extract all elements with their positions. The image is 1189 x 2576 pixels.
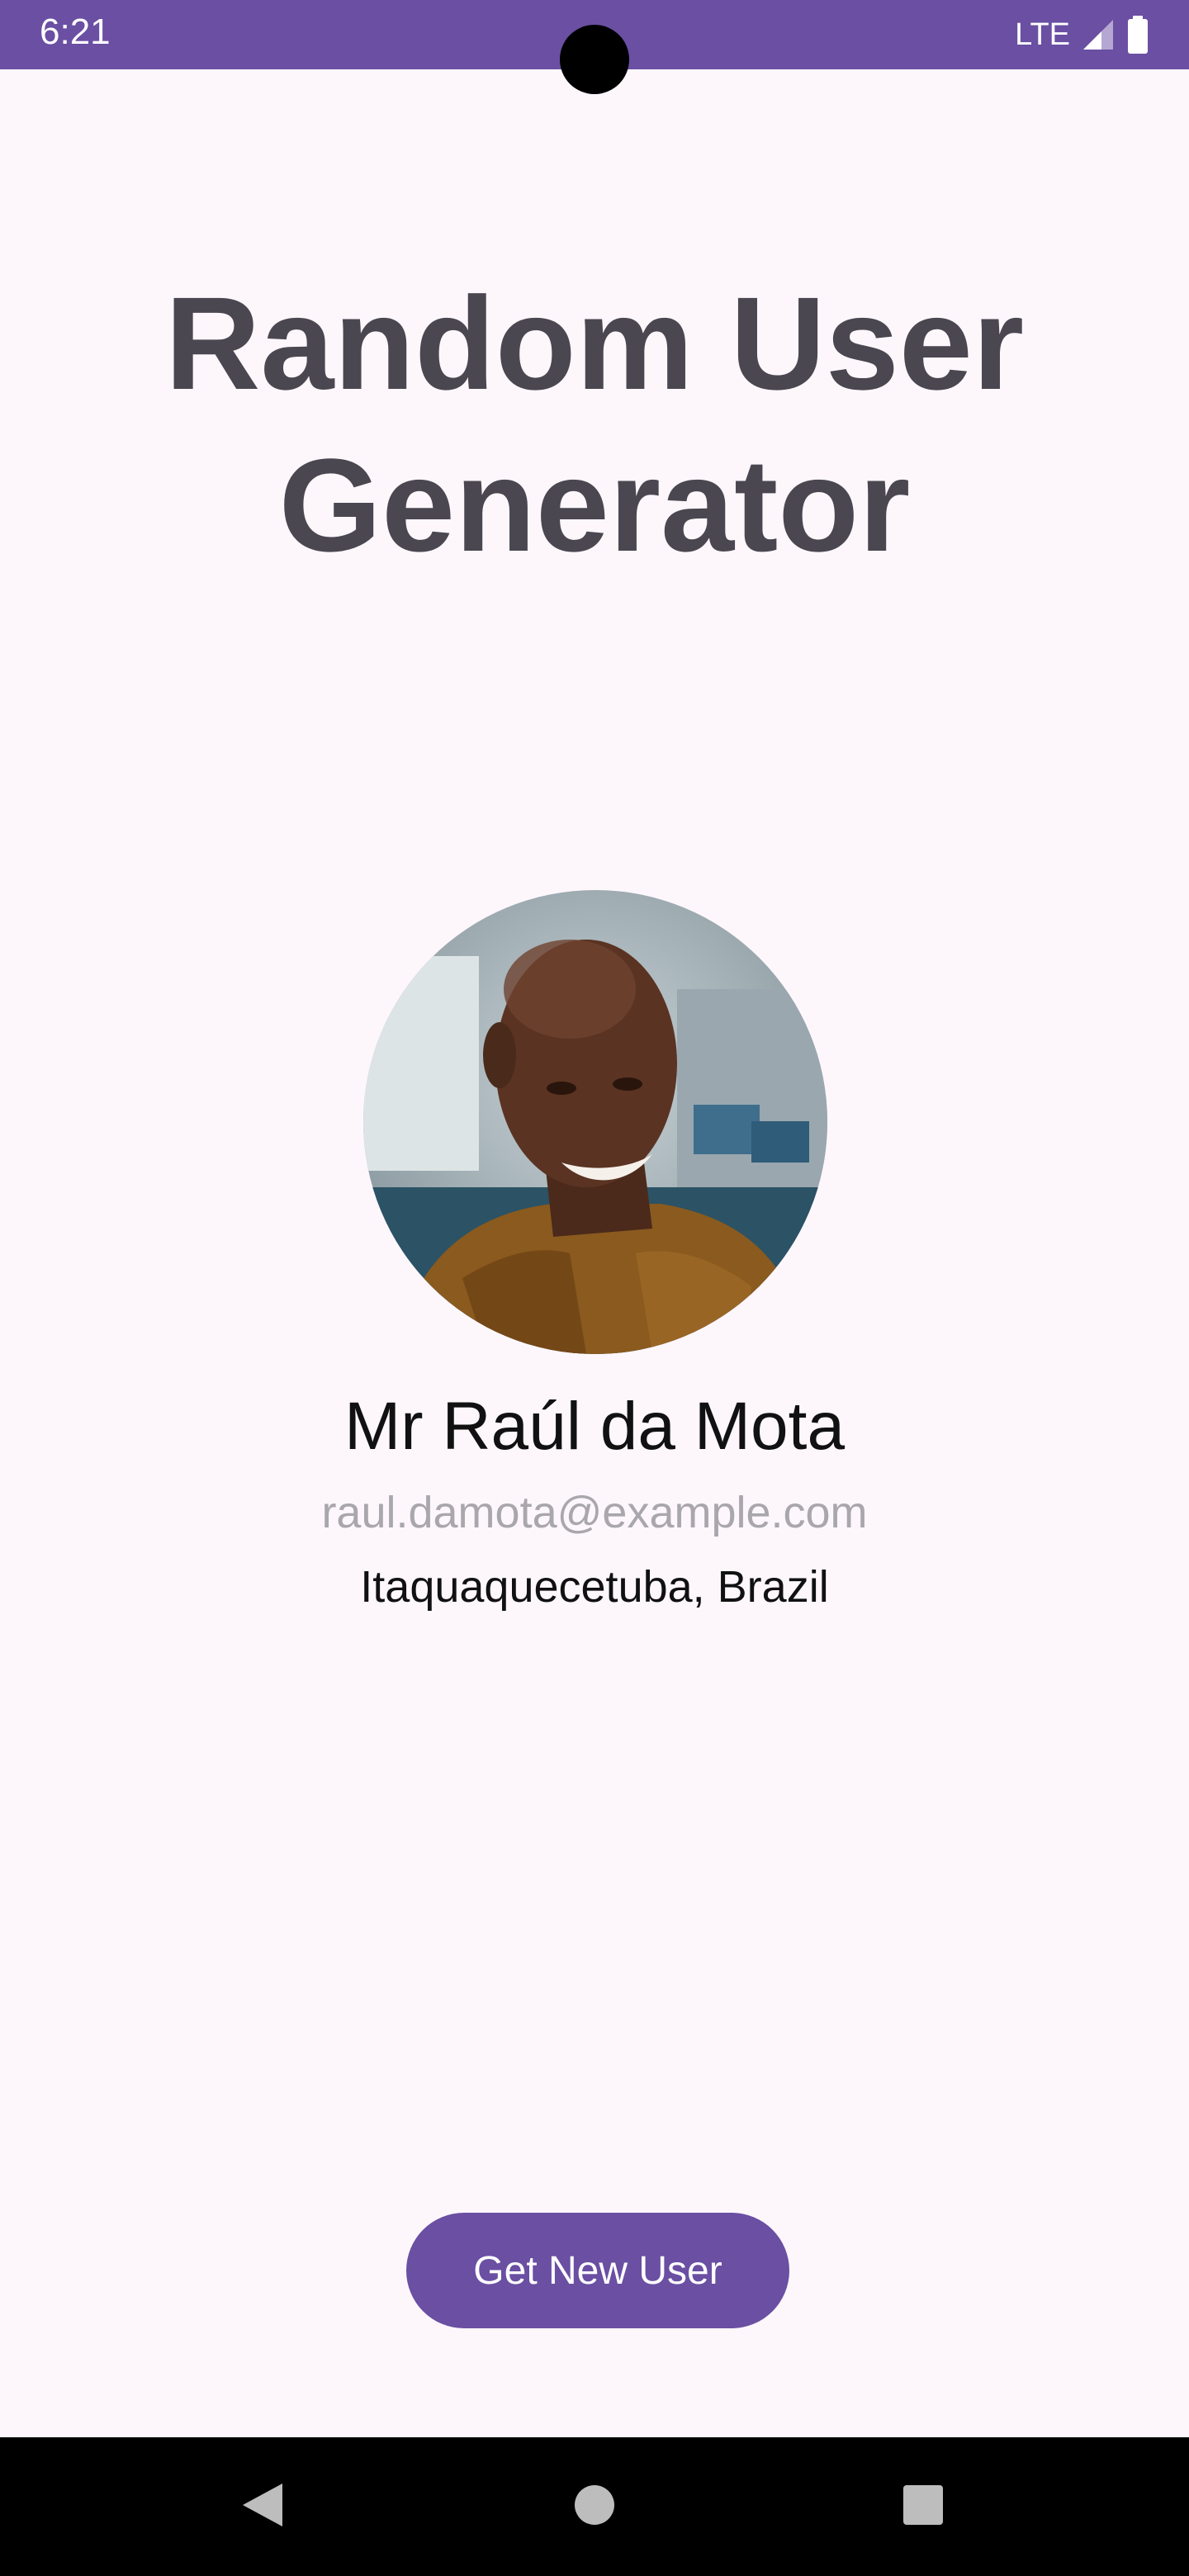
- battery-icon: [1126, 16, 1149, 54]
- user-location: Itaquaquecetuba, Brazil: [360, 1562, 829, 1612]
- back-icon: [239, 2480, 286, 2534]
- recents-icon: [902, 2484, 945, 2531]
- get-new-user-button[interactable]: Get New User: [406, 2213, 789, 2328]
- title-line-1: Random User: [164, 269, 1025, 417]
- recents-button[interactable]: [857, 2437, 989, 2576]
- network-type: LTE: [1015, 17, 1070, 52]
- navigation-bar: [0, 2437, 1189, 2576]
- user-name: Mr Raúl da Mota: [343, 1389, 846, 1464]
- camera-cutout: [560, 25, 629, 94]
- user-photo-icon: [363, 890, 827, 1354]
- back-button[interactable]: [197, 2437, 329, 2576]
- home-button[interactable]: [528, 2437, 661, 2576]
- user-email: raul.damota@example.com: [321, 1488, 868, 1537]
- title-line-2: Generator: [278, 431, 911, 579]
- status-icons: LTE: [1015, 12, 1149, 58]
- signal-icon: [1080, 17, 1116, 53]
- home-icon: [573, 2484, 616, 2531]
- user-avatar: [363, 890, 827, 1354]
- page-title: Random User Generator: [0, 263, 1189, 586]
- status-time: 6:21: [40, 12, 111, 52]
